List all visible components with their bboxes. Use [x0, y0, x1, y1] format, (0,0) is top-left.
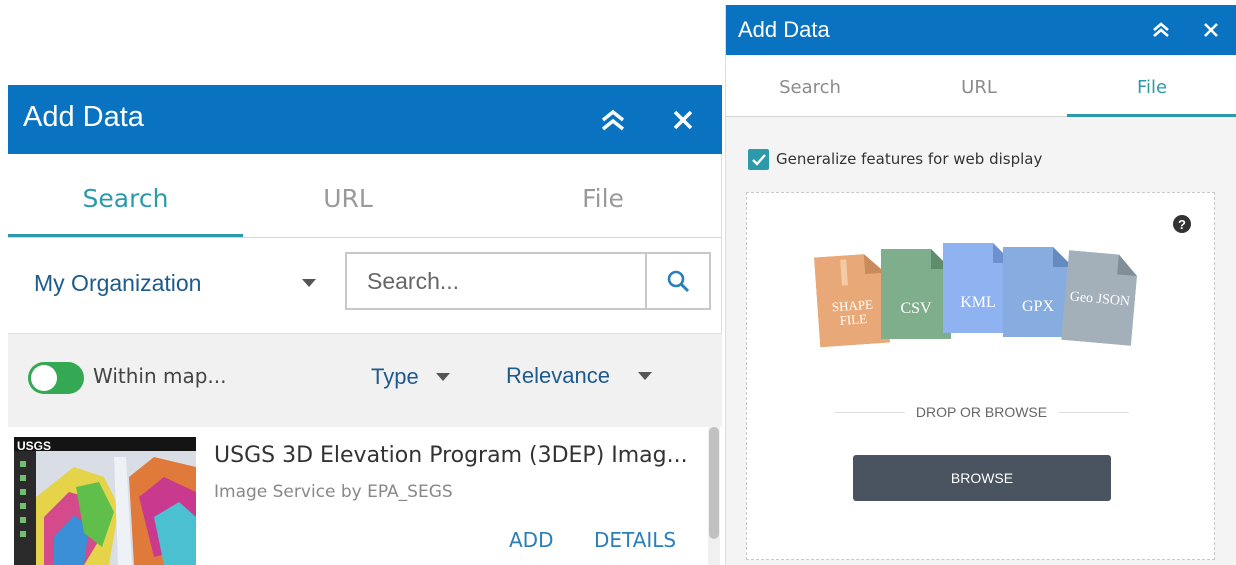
tab-search[interactable]: Search [8, 184, 243, 213]
tab-search[interactable]: Search [726, 77, 894, 98]
drop-label: DROP OR BROWSE [915, 404, 1048, 420]
result-thumbnail[interactable]: USGS [14, 437, 196, 565]
panel-title: Add Data [23, 101, 144, 133]
result-title[interactable]: USGS 3D Elevation Program (3DEP) Imag... [214, 443, 688, 468]
caret-down-icon[interactable] [638, 372, 652, 380]
csv-icon: CSV [881, 249, 951, 339]
scope-select[interactable]: My Organization [34, 270, 201, 297]
caret-down-icon[interactable] [302, 279, 316, 287]
checkmark-icon [751, 153, 766, 166]
file-tab-body: Generalize features for web display ? SH… [726, 117, 1236, 565]
browse-button[interactable]: BROWSE [853, 455, 1111, 501]
collapse-button[interactable] [1141, 5, 1181, 55]
search-input[interactable] [347, 254, 645, 308]
panel-header: Add Data [726, 5, 1236, 55]
shapefile-icon: SHAPE FILE [813, 253, 891, 348]
within-map-toggle[interactable] [28, 362, 84, 394]
tab-url[interactable]: URL [894, 77, 1064, 98]
magnifier-icon [667, 270, 690, 293]
close-icon [673, 110, 693, 129]
scrollbar[interactable] [708, 427, 720, 565]
generalize-checkbox[interactable] [748, 149, 769, 170]
file-type-icons: SHAPE FILE CSV KML GPX Geo JSON [813, 243, 1147, 358]
tab-bar: Search URL File [8, 154, 722, 238]
search-box [345, 252, 711, 310]
close-button[interactable] [658, 85, 708, 154]
within-map-label: Within map... [93, 364, 227, 388]
active-tab-indicator [8, 234, 243, 237]
sort-filter[interactable]: Relevance [506, 363, 610, 389]
tab-file[interactable]: File [1067, 77, 1236, 98]
add-data-panel-right: Add Data Search URL File Generalize feat… [725, 5, 1236, 565]
scrollbar-thumb[interactable] [709, 427, 719, 539]
panel-title: Add Data [738, 17, 830, 42]
tab-url[interactable]: URL [248, 184, 448, 213]
usgs-logo: USGS [17, 439, 52, 453]
double-chevron-up-icon [601, 109, 625, 130]
filter-bar: Within map... Type Relevance [8, 333, 722, 427]
add-button[interactable]: ADD [509, 528, 553, 552]
details-button[interactable]: DETAILS [594, 528, 676, 552]
close-button[interactable] [1191, 5, 1231, 55]
drop-zone[interactable]: ? SHAPE FILE CSV KML GPX Geo JSON DROP O… [746, 192, 1215, 560]
result-subtitle: Image Service by EPA_SEGS [214, 482, 453, 502]
double-chevron-up-icon [1153, 22, 1169, 37]
generalize-label: Generalize features for web display [776, 150, 1043, 168]
close-icon [1204, 23, 1218, 37]
type-filter[interactable]: Type [371, 364, 419, 390]
elevation-map-image [14, 437, 196, 565]
add-data-panel-left: Add Data Search URL File My Organization [8, 85, 722, 565]
question-circle-icon[interactable]: ? [1173, 215, 1191, 233]
file-type-label: CSV [900, 300, 932, 317]
geojson-icon: Geo JSON [1061, 250, 1139, 346]
toggle-knob [31, 365, 57, 391]
search-bar: My Organization [8, 238, 722, 333]
panel-header: Add Data [8, 85, 722, 154]
collapse-button[interactable] [588, 85, 638, 154]
list-item: USGS USGS 3D Elevation Program (3DEP) Im… [8, 427, 722, 565]
search-button[interactable] [645, 254, 709, 308]
tab-file[interactable]: File [493, 184, 713, 213]
file-type-label: SHAPE FILE [831, 296, 874, 328]
tab-bar: Search URL File [726, 55, 1236, 117]
file-type-label: GPX [1021, 298, 1054, 315]
caret-down-icon[interactable] [436, 373, 450, 381]
